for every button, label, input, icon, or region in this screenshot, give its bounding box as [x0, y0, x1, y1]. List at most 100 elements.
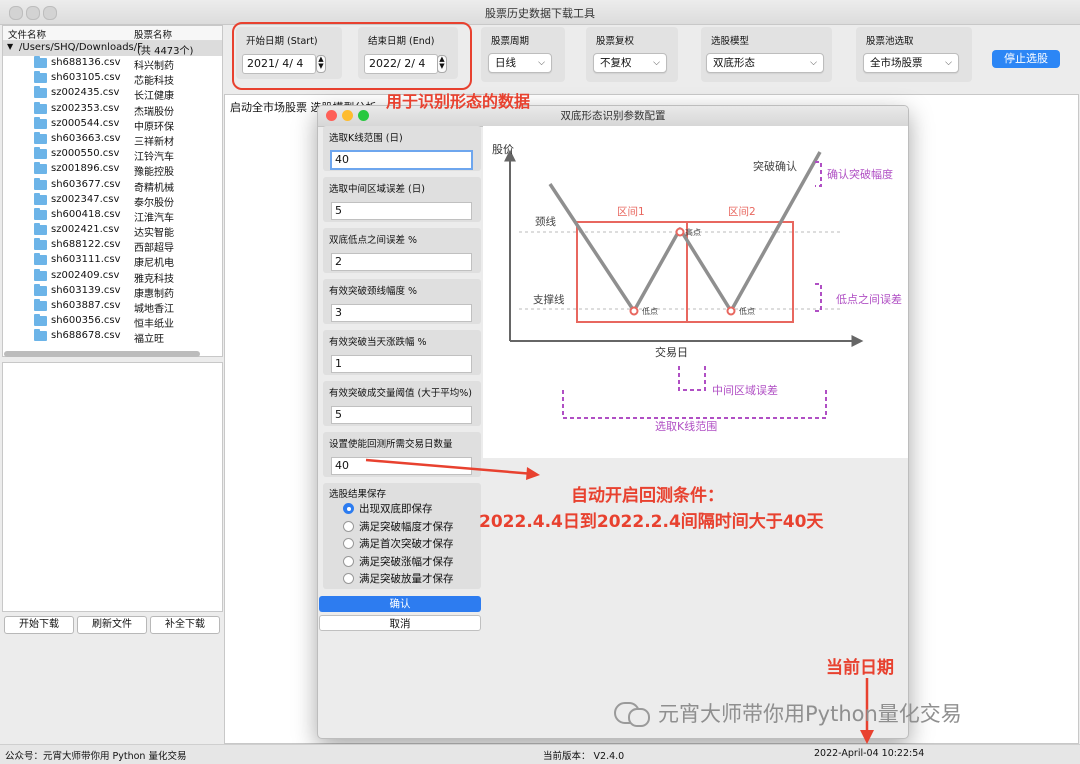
stock-name: 康惠制药	[134, 288, 174, 300]
save-option-label: 满足突破幅度才保存	[359, 520, 454, 533]
file-row[interactable]: sz002353.csv 杰瑞股份	[3, 101, 222, 118]
radio-icon[interactable]	[343, 573, 354, 584]
x-axis-label: 交易日	[655, 345, 688, 359]
param-input[interactable]: 1	[331, 355, 472, 373]
folder-icon	[34, 131, 47, 144]
file-row[interactable]: sz000544.csv 中原环保	[3, 116, 222, 133]
y-axis-label: 股价	[492, 143, 514, 156]
file-row[interactable]: sh603105.csv 芯能科技	[3, 71, 222, 87]
dialog-zoom-button[interactable]	[358, 110, 369, 121]
folder-icon	[34, 283, 47, 296]
stock-name: 豫能控股	[134, 167, 174, 179]
file-name: sz000550.csv	[51, 148, 120, 160]
dialog-minimize-button[interactable]	[342, 110, 353, 121]
folder-icon	[34, 101, 47, 114]
dialog-close-button[interactable]	[326, 110, 337, 121]
file-name: sh600356.csv	[51, 315, 121, 327]
title-bar: 股票历史数据下载工具	[0, 0, 1080, 25]
adjust-value: 不复权	[600, 57, 632, 69]
supplement-download-button[interactable]: 补全下载	[150, 616, 220, 634]
param-input[interactable]: 40	[330, 150, 473, 170]
file-name: sh600418.csv	[51, 208, 121, 220]
param-group: 有效突破颈线幅度 % 3	[323, 279, 481, 324]
file-name: sz002353.csv	[51, 102, 120, 114]
param-label: 双底低点之间误差 %	[329, 235, 418, 246]
param-input[interactable]: 5	[331, 202, 472, 220]
param-input[interactable]: 2	[331, 253, 472, 271]
file-row[interactable]: sz002435.csv 长江健康	[3, 86, 222, 102]
folder-icon	[34, 147, 47, 160]
stop-selection-button[interactable]: 停止选股	[992, 50, 1060, 68]
low-point-1-marker	[629, 306, 639, 316]
save-option-label: 出现双底即保存	[359, 503, 433, 515]
period-select[interactable]: 日线 ⌵	[488, 53, 552, 73]
period-value: 日线	[495, 57, 516, 69]
column-header-stock[interactable]: 股票名称	[134, 27, 172, 41]
adjust-select[interactable]: 不复权 ⌵	[593, 53, 667, 73]
model-select[interactable]: 双底形态 ⌵	[706, 53, 824, 73]
param-label: 有效突破当天涨跌幅 %	[329, 337, 427, 348]
file-name: sh603663.csv	[51, 132, 121, 144]
file-row[interactable]: sh688122.csv 西部超导	[3, 238, 222, 254]
radio-icon[interactable]	[343, 555, 354, 567]
stock-name: 科兴制药	[134, 61, 174, 72]
folder-icon	[34, 314, 47, 327]
horizontal-scrollbar[interactable]	[4, 351, 200, 357]
file-row[interactable]: sh688136.csv 科兴制药	[3, 56, 222, 72]
pool-select[interactable]: 全市场股票 ⌵	[863, 53, 959, 73]
file-tree[interactable]: 文件名称 股票名称 ▼ /Users/SHQ/Downloads/F (共 44…	[2, 25, 223, 357]
param-group: 选取中间区域误差 (日) 5	[323, 177, 481, 222]
file-name: sz001896.csv	[51, 163, 120, 175]
start-download-button[interactable]: 开始下载	[4, 616, 74, 634]
folder-icon	[34, 238, 47, 251]
file-row[interactable]: sh603663.csv 三祥新材	[3, 131, 222, 148]
file-row[interactable]: sh603139.csv 康惠制药	[3, 283, 222, 300]
param-input[interactable]: 3	[331, 304, 472, 322]
support-label: 支撑线	[533, 293, 565, 306]
pool-label: 股票池选取	[866, 36, 914, 47]
stock-name: 三祥新材	[134, 136, 174, 148]
file-row[interactable]: sz002421.csv 达实智能	[3, 223, 222, 240]
confirm-button[interactable]: 确认	[319, 596, 481, 612]
radio-icon[interactable]	[343, 538, 354, 549]
tree-root-row[interactable]: ▼ /Users/SHQ/Downloads/F (共 4473个)	[3, 41, 222, 57]
cancel-button[interactable]: 取消	[319, 615, 481, 631]
stock-name: 恒丰纸业	[134, 319, 174, 331]
folder-icon	[34, 253, 47, 266]
folder-icon	[34, 56, 47, 68]
file-row[interactable]: sh600356.csv 恒丰纸业	[3, 314, 222, 331]
param-label: 选取K线范围 (日)	[329, 133, 403, 144]
param-input[interactable]: 5	[331, 406, 472, 424]
refresh-files-button[interactable]: 刷新文件	[77, 616, 147, 634]
high-point-label: 高点	[685, 227, 701, 237]
file-row[interactable]: sz001896.csv 豫能控股	[3, 162, 222, 179]
neckline-label: 颈线	[535, 215, 556, 228]
stock-name: 中原环保	[134, 121, 174, 133]
save-option-label: 满足突破放量才保存	[359, 573, 454, 585]
disclosure-triangle-icon[interactable]: ▼	[7, 42, 13, 51]
column-header-file[interactable]: 文件名称	[8, 27, 46, 41]
double-bottom-diagram: 股价 交易日 颈线 支撑线 突破确认 区间1 区间2 低点 高点 低点 确认突破…	[483, 126, 908, 458]
file-row[interactable]: sz002409.csv 雅克科技	[3, 268, 222, 285]
folder-icon	[34, 162, 47, 175]
file-row[interactable]: sh603677.csv 奇精机械	[3, 177, 222, 194]
file-row[interactable]: sh603111.csv 康尼机电	[3, 253, 222, 269]
zone-2-label: 区间2	[728, 205, 756, 218]
purple-brackets	[562, 161, 827, 419]
annotation-auto-backtest-1: 自动开启回测条件：	[571, 486, 724, 506]
file-name: sh688678.csv	[51, 330, 121, 342]
file-row[interactable]: sz002347.csv 泰尔股份	[3, 192, 222, 209]
low-point-1-label: 低点	[642, 306, 658, 316]
file-row[interactable]: sh600418.csv 江淮汽车	[3, 207, 222, 224]
param-group: 选取K线范围 (日) 40	[323, 126, 481, 171]
file-row[interactable]: sh603887.csv 城地香江	[3, 299, 222, 315]
stock-name: 达实智能	[134, 228, 174, 240]
file-name: sz002409.csv	[51, 269, 120, 281]
file-row[interactable]: sz000550.csv 江铃汽车	[3, 147, 222, 163]
pattern-config-dialog: 双底形态识别参数配置 选取K线范围 (日) 40 选取中间区域误差 (日) 5 双底低点…	[317, 105, 909, 739]
radio-icon[interactable]	[343, 503, 354, 514]
radio-icon[interactable]	[343, 520, 354, 532]
status-datetime: 2022-April-04 10:22:54	[814, 748, 925, 759]
file-row[interactable]: sh688678.csv 福立旺	[3, 329, 222, 345]
file-name: sh603139.csv	[51, 284, 121, 296]
